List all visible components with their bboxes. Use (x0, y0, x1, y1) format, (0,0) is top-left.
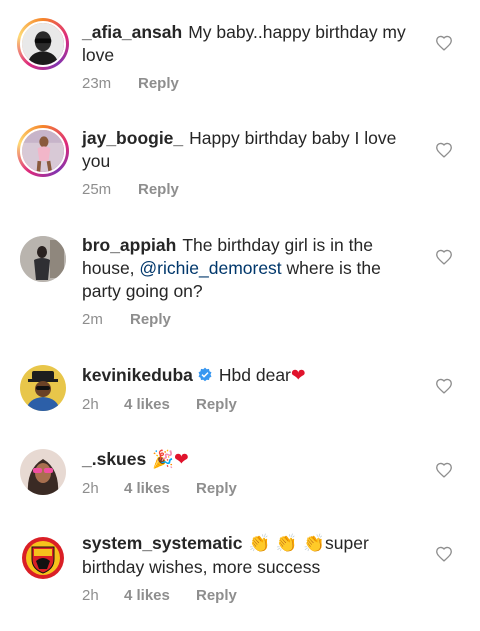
party-popper-emoji: 🎉 (152, 450, 175, 470)
comment-time: 2m (82, 311, 103, 328)
avatar[interactable] (17, 125, 69, 177)
comment-time: 25m (82, 181, 112, 198)
comment-time: 2h (82, 396, 99, 413)
like-heart-icon[interactable] (435, 35, 453, 51)
reply-button[interactable]: Reply (138, 75, 179, 92)
comment-text: bro_appiah The birthday girl is in the ho… (82, 234, 422, 303)
comment-time: 2h (82, 480, 99, 497)
woman-pink-avatar (22, 130, 64, 172)
comment-text: _afia_ansah My baby..happy birthday my lo… (82, 21, 422, 67)
avatar[interactable] (20, 365, 66, 411)
red-heart-emoji: ❤ (290, 366, 306, 386)
man-hat-avatar (20, 365, 66, 411)
likes-count[interactable]: 4 likes (124, 480, 196, 497)
avatar[interactable] (20, 449, 66, 495)
clapping-hands-emoji: 👏 👏 👏 (248, 534, 326, 554)
manchester-united-crest-avatar (20, 535, 66, 581)
reply-button[interactable]: Reply (196, 587, 237, 604)
like-heart-icon[interactable] (435, 249, 453, 265)
likes-count[interactable]: 4 likes (124, 587, 196, 604)
red-heart-emoji: ❤ (174, 450, 189, 470)
comment-text: _.skues 🎉❤ (82, 448, 422, 472)
comment-username[interactable]: bro_appiah (82, 235, 176, 255)
comment-body: Hbd dear (218, 365, 291, 385)
like-heart-icon[interactable] (435, 462, 453, 478)
comment-time: 2h (82, 587, 99, 604)
man-dark-room-avatar (20, 236, 66, 282)
comment-username[interactable]: _.skues (82, 449, 146, 469)
reply-button[interactable]: Reply (196, 396, 237, 413)
man-sunglasses-avatar (22, 23, 64, 65)
comment-username[interactable]: kevinikeduba (82, 365, 193, 385)
reply-button[interactable]: Reply (138, 181, 179, 198)
avatar[interactable] (17, 18, 69, 70)
comment-username[interactable]: jay_boogie_ (82, 128, 183, 148)
likes-count[interactable]: 4 likes (124, 396, 196, 413)
woman-pink-glasses-avatar (20, 449, 66, 495)
comment-text: kevinikeduba Hbd dear❤ (82, 364, 422, 388)
comment-time: 23m (82, 75, 112, 92)
like-heart-icon[interactable] (435, 378, 453, 394)
avatar[interactable] (20, 535, 66, 581)
reply-button[interactable]: Reply (196, 480, 237, 497)
comment-text: system_systematic 👏 👏 👏super birthday wis… (82, 532, 422, 579)
verified-badge-icon (198, 367, 212, 382)
like-heart-icon[interactable] (435, 546, 453, 562)
comment-text: jay_boogie_ Happy birthday baby I love yo… (82, 127, 422, 173)
like-heart-icon[interactable] (435, 142, 453, 158)
mention-link[interactable]: @richie_demorest (139, 258, 281, 278)
comment-username[interactable]: _afia_ansah (82, 22, 182, 42)
reply-button[interactable]: Reply (130, 311, 171, 328)
comment-username[interactable]: system_systematic (82, 533, 243, 553)
avatar[interactable] (20, 236, 66, 282)
